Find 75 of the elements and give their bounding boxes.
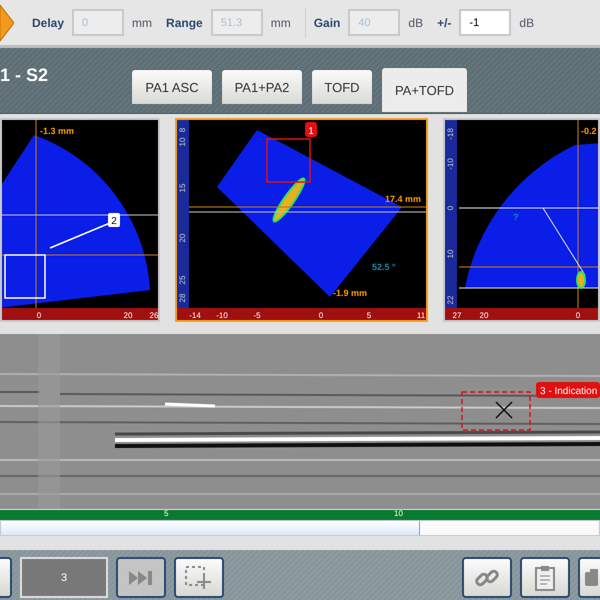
view-title: 1 - S2 [0, 65, 50, 86]
leader-line [50, 222, 110, 249]
cross-mark-icon [495, 401, 513, 419]
sound-path-line [542, 208, 586, 276]
marker-badge [305, 122, 317, 137]
unit-label: mm [132, 16, 152, 30]
indication-hotspot [576, 271, 586, 289]
index-tick-label: 20 [480, 311, 488, 320]
view-tab[interactable]: PA+TOFD [381, 67, 468, 112]
depth-tick-label: 10 [178, 138, 187, 146]
unit-label: mm [270, 16, 291, 30]
field-label: Gain [314, 16, 340, 30]
view-tab[interactable]: PA1+PA2 [221, 69, 303, 104]
scan-panel[interactable]: -18 -10 0 10 22 27 20 0 -0.2 ? [443, 118, 600, 322]
indication-hotspot [272, 178, 306, 222]
unit-label: dB [408, 16, 424, 30]
number-field[interactable]: -1 [459, 9, 512, 36]
indication-label: 3 - Indication [536, 382, 600, 398]
depth-tick-label: 15 [178, 184, 187, 192]
ruler-tick-label: 10 [394, 509, 403, 518]
arrow-icon[interactable] [0, 2, 14, 42]
cursor-readout: 17.4 mm [385, 194, 422, 204]
cursor-readout: -0.2 [581, 126, 597, 136]
index-tick-label: 20 [124, 311, 132, 320]
skip-end-button[interactable] [116, 557, 166, 598]
depth-tick-label: 22 [446, 296, 455, 304]
skip-end-icon [129, 570, 153, 584]
cursor-readout: -1.3 mm [40, 126, 74, 136]
index-tick-label: 26 [150, 311, 158, 320]
unit-label: dB [519, 16, 534, 30]
link-button[interactable] [462, 557, 512, 598]
cursor-readout: ? [513, 212, 518, 222]
cursor-readout: -1.9 mm [333, 288, 368, 298]
region-frame [266, 138, 311, 183]
index-tick-label: -5 [253, 311, 261, 320]
camera-icon [584, 568, 598, 588]
toolbar-button[interactable] [0, 557, 12, 598]
camera-button[interactable] [578, 557, 600, 598]
clipboard-button[interactable] [520, 557, 570, 598]
add-selection-button[interactable] [174, 557, 224, 598]
scan-panel[interactable]: 2 0 20 26 -1.3 mm [0, 118, 160, 322]
field-label: Delay [32, 16, 64, 30]
marker-number: 2 [111, 216, 117, 227]
depth-tick-label: 20 [178, 234, 187, 242]
index-tick-label: 5 [366, 311, 372, 320]
selection-frame [4, 254, 46, 299]
depth-tick-label: 28 [178, 294, 187, 302]
depth-tick-label: 0 [446, 206, 455, 210]
field-label: +/- [437, 16, 452, 30]
depth-tick-label: 25 [178, 276, 187, 284]
frame-number-field[interactable]: 3 [20, 557, 108, 598]
marker-number: 1 [308, 126, 314, 137]
index-tick-label: 0 [576, 311, 580, 320]
index-tick-label: 11 [416, 311, 426, 320]
depth-tick-label: 10 [446, 250, 455, 258]
scan-panel[interactable]: 1 8 10 15 20 25 28 -14 -10 -5 0 5 11 17.4 mm 52.5 ° -1.9 mm [175, 118, 428, 322]
cursor-readout: 52.5 ° [372, 262, 396, 272]
index-tick-label: 27 [452, 311, 462, 320]
depth-tick-label: 8 [178, 128, 187, 132]
index-tick-label: 0 [36, 311, 42, 320]
index-tick-label: -10 [216, 311, 228, 320]
indication-frame [461, 391, 531, 431]
marker-badge [108, 213, 120, 227]
field-label: Range [166, 16, 203, 30]
add-selection-icon [185, 566, 213, 590]
view-tab[interactable]: PA1 ASC [131, 69, 213, 104]
clipboard-icon [535, 564, 555, 590]
view-tab[interactable]: TOFD [311, 69, 373, 104]
index-tick-label: 0 [318, 311, 324, 320]
depth-tick-label: -10 [446, 158, 455, 170]
scrollbar-track[interactable] [0, 520, 600, 536]
scrollbar-thumb[interactable] [1, 521, 420, 535]
depth-tick-label: -18 [446, 128, 455, 140]
ruler-tick-label: 5 [164, 509, 168, 518]
index-tick-label: -14 [189, 311, 201, 320]
